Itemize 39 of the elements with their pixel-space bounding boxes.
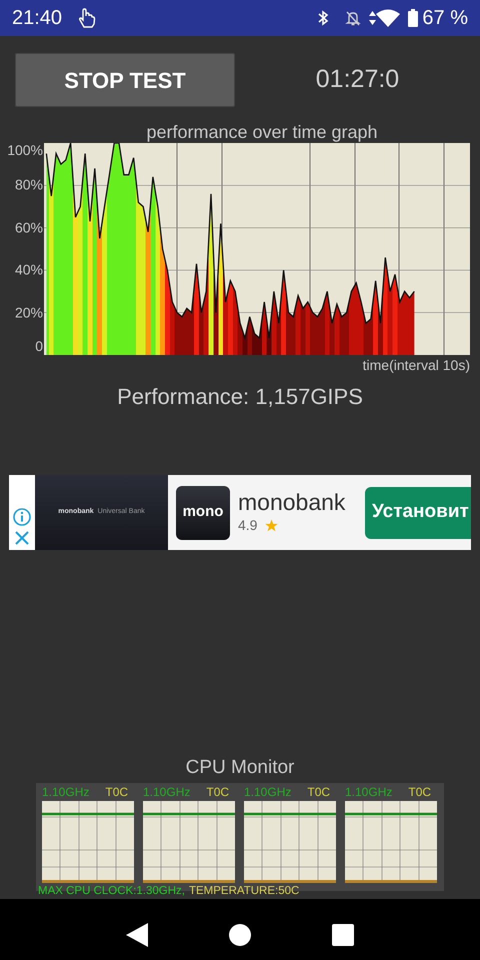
- performance-score: Performance: 1,157GIPS: [117, 383, 363, 411]
- core-temperature: T0C: [105, 784, 128, 800]
- y-tick-label: 20%: [14, 303, 43, 322]
- core-temperature: T0C: [206, 784, 230, 800]
- y-tick-label: 100%: [7, 141, 43, 160]
- core-clock: 1.10GHz: [345, 784, 392, 800]
- star-icon: [265, 519, 278, 532]
- clock-time: 21:40: [12, 6, 62, 31]
- info-icon[interactable]: [13, 508, 31, 526]
- elapsed-timer: 01:27:0: [314, 64, 400, 96]
- cpu-temperature: TEMPERATURE:50C: [188, 884, 300, 898]
- touch-hand-icon: [78, 7, 96, 29]
- y-tick-label: 40%: [14, 260, 43, 280]
- x-axis-label: time(interval 10s): [362, 356, 471, 375]
- y-tick-label: 0: [35, 337, 43, 356]
- battery-icon: [408, 9, 418, 27]
- app-name: monobank: [238, 489, 346, 515]
- core-temperature: T0C: [408, 784, 432, 800]
- home-icon[interactable]: [228, 924, 251, 946]
- core-clock: 1.10GHz: [143, 784, 190, 800]
- y-tick-label: 60%: [14, 218, 43, 238]
- muted-bell-icon: [345, 10, 362, 26]
- close-icon[interactable]: [14, 530, 30, 546]
- recents-icon[interactable]: [332, 924, 354, 946]
- app-icon: mono: [176, 486, 230, 540]
- max-cpu-clock: MAX CPU CLOCK:1.30GHz,: [38, 884, 185, 898]
- core-temperature: T0C: [307, 784, 330, 800]
- stop-test-button[interactable]: STOP TEST: [15, 53, 235, 107]
- install-button[interactable]: Установит: [365, 486, 471, 538]
- data-arrows-icon: [369, 11, 376, 25]
- graph-title: performance over time graph: [145, 121, 379, 143]
- core-clock: 1.10GHz: [244, 784, 292, 800]
- y-tick-label: 80%: [14, 176, 43, 195]
- battery-percent: 67 %: [422, 6, 468, 31]
- cpu-monitor-title: CPU Monitor: [184, 756, 296, 780]
- core-clock: 1.10GHz: [42, 784, 90, 800]
- back-icon[interactable]: [126, 922, 148, 946]
- app-rating: 4.9: [238, 516, 258, 535]
- bluetooth-icon: [317, 10, 330, 26]
